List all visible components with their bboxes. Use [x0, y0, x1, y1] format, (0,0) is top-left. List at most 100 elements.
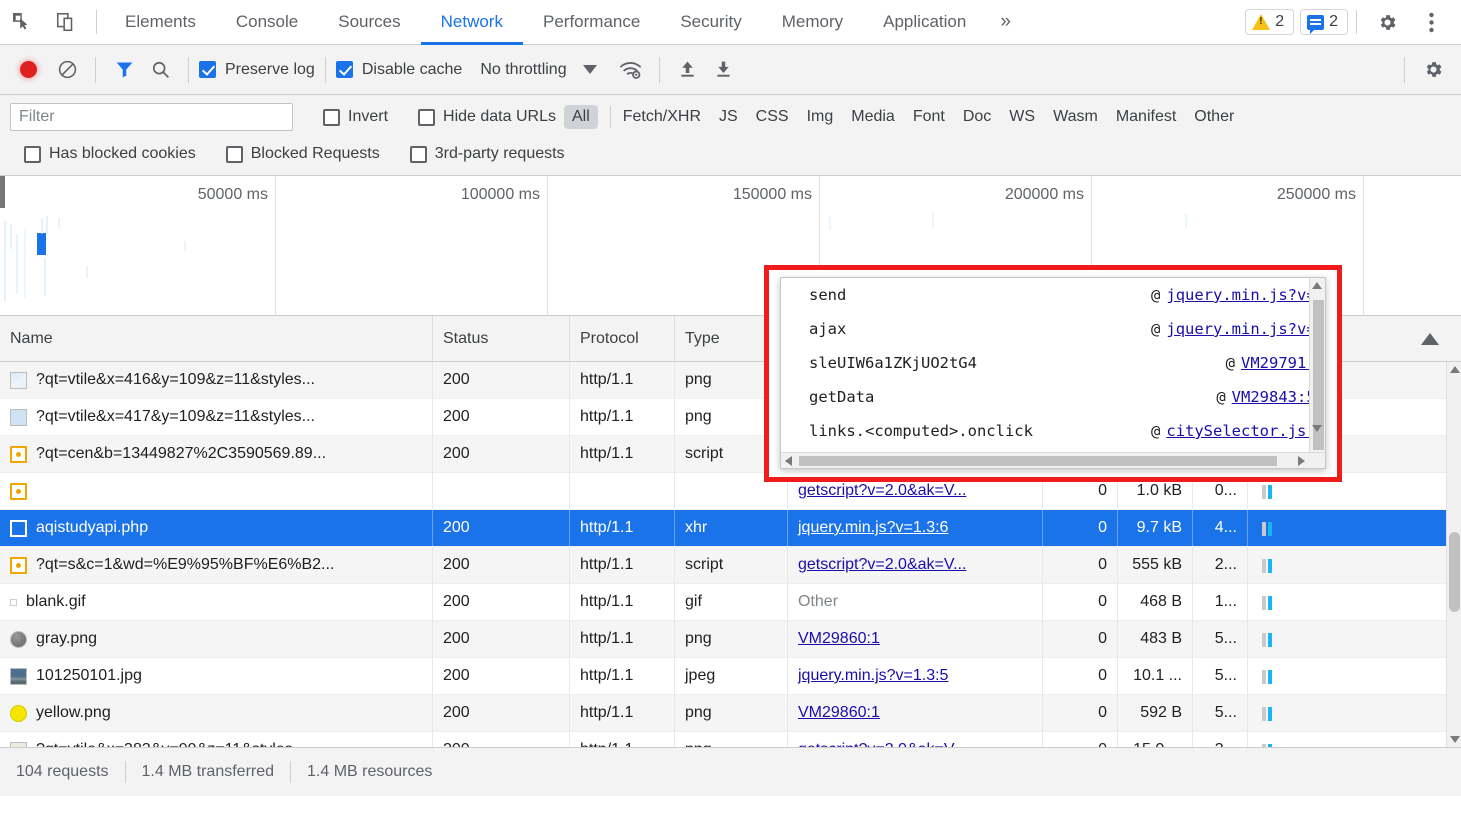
tab-application[interactable]: Application [863, 0, 986, 45]
type-filter-manifest[interactable]: Manifest [1108, 105, 1184, 129]
type-filter-fetch-xhr[interactable]: Fetch/XHR [615, 105, 709, 129]
tab-performance[interactable]: Performance [523, 0, 660, 45]
popup-vertical-scrollbar[interactable] [1309, 278, 1325, 452]
import-har-icon[interactable] [670, 52, 706, 88]
initiator-callstack-popup[interactable]: send @ jquery.min.js?v=1 ajax @ jquery.m… [780, 277, 1326, 469]
request-name-cell[interactable]: yellow.png [0, 694, 433, 732]
type-filter-ws[interactable]: WS [1001, 105, 1043, 129]
request-name-cell[interactable]: ?qt=s&c=1&wd=%E9%95%BF%E6%B2... [0, 546, 433, 584]
tab-network[interactable]: Network [421, 0, 523, 45]
request-name-cell[interactable]: gray.png [0, 620, 433, 658]
chevron-down-icon[interactable] [582, 65, 597, 74]
initiator-link[interactable]: getscript?v=2.0&ak=V... [798, 482, 966, 500]
preserve-log-checkbox[interactable]: Preserve log [199, 61, 315, 79]
has-blocked-cookies-checkbox[interactable]: Has blocked cookies [24, 145, 196, 163]
record-button[interactable] [20, 61, 37, 78]
table-vertical-scrollbar[interactable] [1446, 362, 1461, 747]
request-initiator[interactable]: getscript?v=2.0&ak=V... [788, 546, 1043, 584]
request-name-cell[interactable]: 101250101.jpg [0, 657, 433, 695]
request-name-cell[interactable]: ?qt=vtile&x=383&y=99&z=11&styles... [0, 731, 433, 747]
callstack-entry[interactable]: send @ jquery.min.js?v=1 [781, 286, 1325, 320]
callstack-entry[interactable]: sleUIW6a1ZKjUO2tG4 @ VM29791:1 [781, 354, 1325, 388]
tab-elements[interactable]: Elements [105, 0, 216, 45]
type-filter-other[interactable]: Other [1186, 105, 1242, 129]
initiator-link[interactable]: getscript?v=2.0&ak=V... [798, 741, 966, 747]
initiator-link[interactable]: VM29860:1 [798, 704, 880, 722]
callstack-source-link[interactable]: citySelector.js:2 [1166, 422, 1325, 440]
initiator-link[interactable]: getscript?v=2.0&ak=V... [798, 556, 966, 574]
search-input[interactable] [10, 103, 293, 131]
scroll-up-arrow-icon[interactable] [1450, 366, 1460, 373]
request-name-cell[interactable]: ?qt=cen&b=13449827%2C3590569.89... [0, 435, 433, 473]
type-filter-css[interactable]: CSS [748, 105, 797, 129]
gear-icon[interactable] [1365, 0, 1409, 44]
callstack-source-link[interactable]: jquery.min.js?v=1 [1166, 286, 1325, 304]
filter-icon[interactable] [106, 52, 142, 88]
table-row[interactable]: blank.gif 200 http/1.1 gif Other 0 468 B… [0, 583, 1461, 621]
invert-checkbox[interactable]: Invert [323, 108, 388, 126]
hide-data-urls-checkbox[interactable]: Hide data URLs [418, 108, 556, 126]
type-filter-wasm[interactable]: Wasm [1045, 105, 1106, 129]
type-filter-doc[interactable]: Doc [955, 105, 999, 129]
table-row[interactable]: aqistudyapi.php 200 http/1.1 xhr jquery.… [0, 509, 1461, 547]
device-toolbar-icon[interactable] [44, 0, 88, 44]
request-name-cell[interactable]: ?qt=vtile&x=416&y=109&z=11&styles... [0, 362, 433, 399]
column-header-protocol[interactable]: Protocol [570, 315, 675, 362]
warnings-badge[interactable]: 2 [1245, 9, 1295, 35]
scrollbar-thumb[interactable] [1449, 532, 1460, 612]
popup-hscrollbar-thumb[interactable] [799, 456, 1277, 466]
request-name-cell[interactable]: blank.gif [0, 583, 433, 621]
table-row[interactable]: yellow.png 200 http/1.1 png VM29860:1 0 … [0, 694, 1461, 732]
popup-scroll-down-arrow-icon[interactable] [1312, 425, 1322, 432]
column-header-status[interactable]: Status [433, 315, 570, 362]
tab-sources[interactable]: Sources [318, 0, 420, 45]
request-initiator[interactable]: jquery.min.js?v=1.3:6 [788, 509, 1043, 547]
callstack-entry[interactable]: ajax @ jquery.min.js?v=1 [781, 320, 1325, 354]
more-tabs-button[interactable]: » [986, 0, 1025, 45]
request-initiator[interactable]: VM29860:1 [788, 694, 1043, 732]
popup-scroll-up-arrow-icon[interactable] [1312, 282, 1322, 289]
initiator-link[interactable]: jquery.min.js?v=1.3:5 [798, 667, 948, 685]
request-initiator[interactable]: getscript?v=2.0&ak=V... [788, 731, 1043, 747]
type-filter-all[interactable]: All [563, 105, 598, 129]
export-har-icon[interactable] [706, 52, 742, 88]
disable-cache-checkbox[interactable]: Disable cache [335, 61, 462, 79]
initiator-link[interactable]: VM29860:1 [798, 630, 880, 648]
callstack-source-link[interactable]: jquery.min.js?v=1 [1166, 320, 1325, 338]
tab-security[interactable]: Security [660, 0, 761, 45]
request-initiator[interactable]: VM29860:1 [788, 620, 1043, 658]
popup-scroll-right-arrow-icon[interactable] [1298, 456, 1305, 466]
popup-scroll-left-arrow-icon[interactable] [785, 456, 792, 466]
request-name-cell[interactable]: aqistudyapi.php [0, 509, 433, 547]
table-row[interactable]: ?qt=s&c=1&wd=%E9%95%BF%E6%B2... 200 http… [0, 546, 1461, 584]
table-row[interactable]: ?qt=vtile&x=383&y=99&z=11&styles... 200 … [0, 731, 1461, 747]
search-icon[interactable] [142, 52, 178, 88]
request-name-cell[interactable]: ?qt=vtile&x=417&y=109&z=11&styles... [0, 398, 433, 436]
tab-console[interactable]: Console [216, 0, 318, 45]
blocked-requests-checkbox[interactable]: Blocked Requests [225, 145, 380, 163]
tab-memory[interactable]: Memory [762, 0, 863, 45]
network-conditions-icon[interactable] [613, 52, 649, 88]
request-name-cell[interactable] [0, 472, 433, 510]
messages-badge[interactable]: 2 [1300, 9, 1348, 35]
request-initiator[interactable]: jquery.min.js?v=1.3:5 [788, 657, 1043, 695]
type-filter-font[interactable]: Font [905, 105, 953, 129]
table-row[interactable]: 101250101.jpg 200 http/1.1 jpeg jquery.m… [0, 657, 1461, 695]
type-filter-js[interactable]: JS [711, 105, 746, 129]
initiator-link[interactable]: jquery.min.js?v=1.3:6 [798, 519, 948, 537]
scroll-down-arrow-icon[interactable] [1450, 736, 1460, 743]
third-party-requests-checkbox[interactable]: 3rd-party requests [409, 145, 565, 163]
callstack-entry[interactable]: links.<computed>.onclick @ citySelector.… [781, 422, 1325, 456]
column-header-name[interactable]: Name [0, 315, 433, 362]
type-filter-media[interactable]: Media [843, 105, 903, 129]
network-settings-icon[interactable] [1415, 52, 1451, 88]
type-filter-img[interactable]: Img [799, 105, 842, 129]
clear-button[interactable] [49, 52, 85, 88]
inspect-element-icon[interactable] [0, 0, 44, 44]
popup-horizontal-scrollbar[interactable] [781, 452, 1325, 468]
table-row[interactable]: gray.png 200 http/1.1 png VM29860:1 0 48… [0, 620, 1461, 658]
more-options-icon[interactable] [1409, 0, 1453, 44]
invert-box [323, 108, 340, 126]
throttling-select[interactable]: No throttling [480, 61, 566, 79]
callstack-entry[interactable]: getData @ VM29843:50 [781, 388, 1325, 422]
